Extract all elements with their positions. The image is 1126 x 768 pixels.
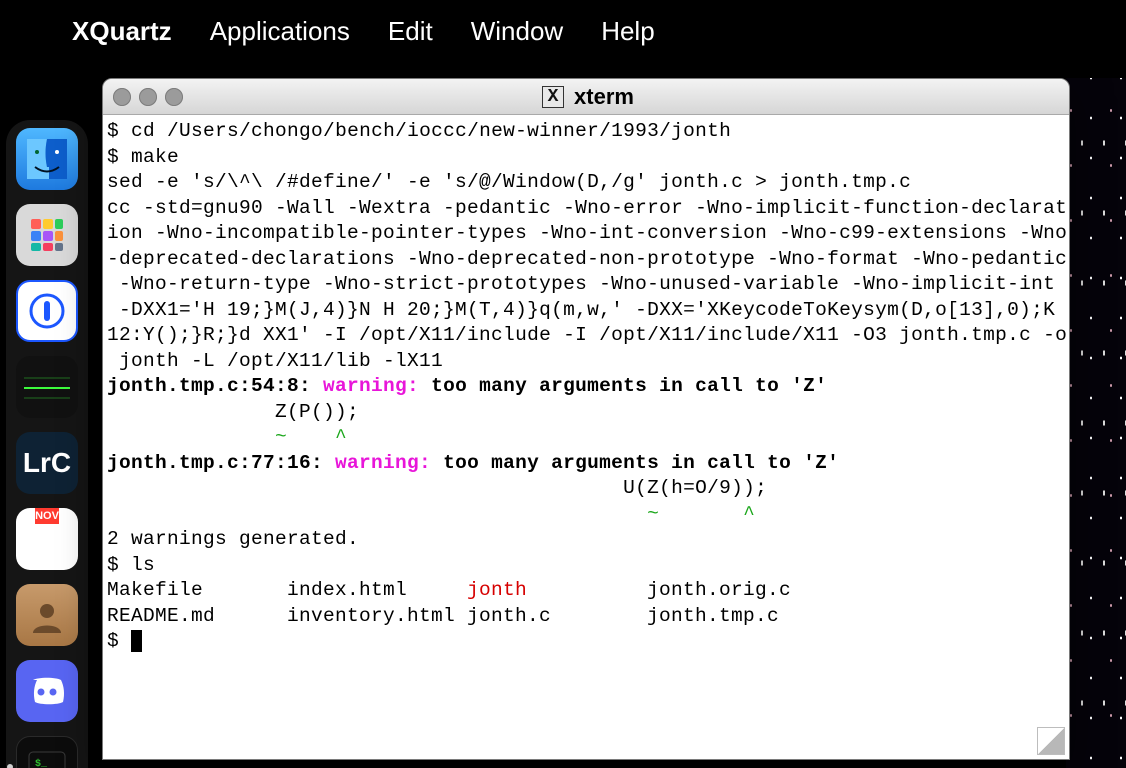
warning-location: jonth.tmp.c:54:8: (107, 375, 323, 397)
svg-text:$_: $_ (35, 758, 48, 768)
x11-icon: X (542, 86, 564, 108)
dock-discord-icon[interactable] (16, 660, 78, 722)
calendar-day: 9 (39, 524, 56, 570)
dock-1password-icon[interactable] (16, 280, 78, 342)
menu-window[interactable]: Window (471, 16, 563, 47)
dock: LrC NOV 9 $_ (6, 120, 94, 762)
ls-entry: Makefile (107, 578, 287, 604)
warning-message: too many arguments in call to 'Z' (431, 452, 839, 474)
ls-entry: index.html (287, 578, 467, 604)
xterm-window: X xterm $ cd /Users/chongo/bench/ioccc/n… (102, 78, 1070, 760)
prompt: $ (107, 146, 119, 168)
terminal-cursor (131, 630, 142, 652)
traffic-light-zoom[interactable] (165, 88, 183, 106)
menu-help[interactable]: Help (601, 16, 654, 47)
ls-entry: jonth.orig.c (647, 579, 791, 601)
ls-entry: README.md (107, 604, 287, 630)
prompt: $ (107, 120, 119, 142)
cmd-cd: cd /Users/chongo/bench/ioccc/new-winner/… (131, 120, 731, 142)
make-output: sed -e 's/\^\ /#define/' -e 's/@/Window(… (107, 171, 911, 193)
prompt: $ (107, 554, 119, 576)
cmd-make: make (131, 146, 179, 168)
make-output: 12:Y();}R;}d XX1' -I /opt/X11/include -I… (107, 324, 1067, 346)
terminal-viewport[interactable]: $ cd /Users/chongo/bench/ioccc/new-winne… (103, 115, 1069, 759)
dock-calendar-icon[interactable]: NOV 9 (16, 508, 78, 570)
app-menu[interactable]: XQuartz (72, 16, 172, 47)
titlebar[interactable]: X xterm (103, 79, 1069, 115)
warning-code: Z(P()); (107, 401, 359, 423)
desktop-background (1066, 78, 1126, 768)
ls-entry-executable: jonth (467, 578, 647, 604)
warning-caret: ~ ^ (107, 426, 347, 448)
window-title: xterm (574, 84, 634, 110)
running-indicator (7, 764, 13, 768)
dock-activity-monitor-icon[interactable] (16, 356, 78, 418)
prompt: $ (107, 630, 119, 652)
make-output: jonth -L /opt/X11/lib -lX11 (107, 350, 443, 372)
make-output: -DXX1='H 19;}M(J,4)}N H 20;}M(T,4)}q(m,w… (107, 299, 1067, 321)
resize-handle[interactable] (1037, 727, 1065, 755)
menu-edit[interactable]: Edit (388, 16, 433, 47)
warning-caret: ~ ^ (107, 503, 755, 525)
traffic-light-close[interactable] (113, 88, 131, 106)
menubar: XQuartz Applications Edit Window Help (0, 0, 1126, 62)
menu-applications[interactable]: Applications (210, 16, 350, 47)
make-output: -deprecated-declarations -Wno-deprecated… (107, 248, 1067, 270)
calendar-month: NOV (35, 508, 59, 524)
make-output: cc -std=gnu90 -Wall -Wextra -pedantic -W… (107, 197, 1067, 219)
ls-entry: jonth.c (467, 604, 647, 630)
warning-label: warning: (335, 452, 431, 474)
ls-entry: inventory.html (287, 604, 467, 630)
dock-finder-icon[interactable] (16, 128, 78, 190)
cmd-ls: ls (131, 554, 155, 576)
make-output: -Wno-return-type -Wno-strict-prototypes … (107, 273, 1067, 295)
dock-terminal-icon[interactable]: $_ (16, 736, 78, 768)
traffic-light-minimize[interactable] (139, 88, 157, 106)
dock-contacts-icon[interactable] (16, 584, 78, 646)
warning-message: too many arguments in call to 'Z' (419, 375, 827, 397)
warning-summary: 2 warnings generated. (107, 528, 359, 550)
dock-lightroom-icon[interactable]: LrC (16, 432, 78, 494)
ls-entry: jonth.tmp.c (647, 605, 779, 627)
warning-location: jonth.tmp.c:77:16: (107, 452, 335, 474)
warning-code: U(Z(h=O/9)); (107, 477, 767, 499)
make-output: ion -Wno-incompatible-pointer-types -Wno… (107, 222, 1067, 244)
warning-label: warning: (323, 375, 419, 397)
dock-launchpad-icon[interactable] (16, 204, 78, 266)
